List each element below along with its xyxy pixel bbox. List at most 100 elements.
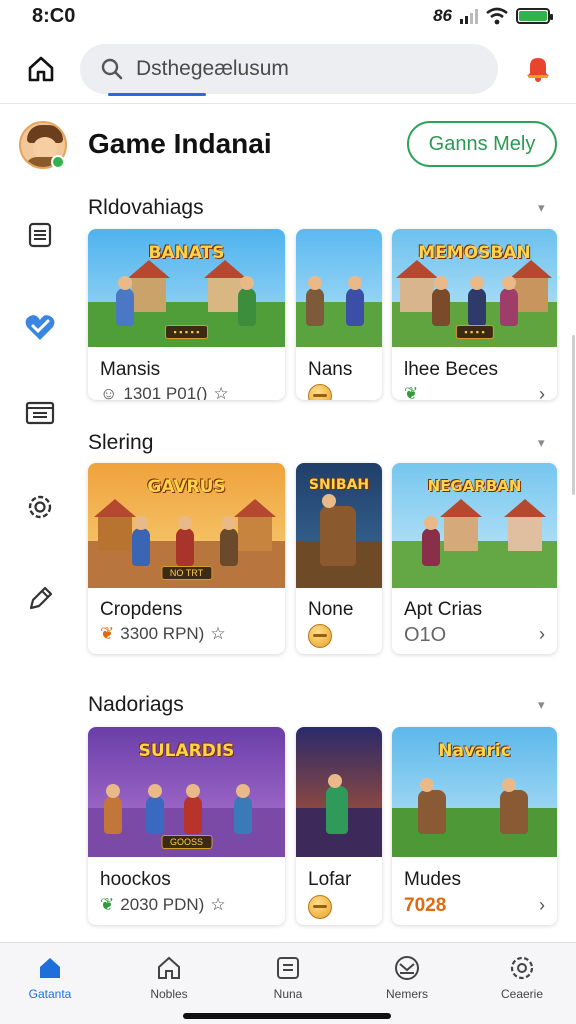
game-logo: SNIBAH: [308, 477, 370, 493]
game-stat: 7028: [404, 895, 447, 916]
wifi-icon: [486, 7, 508, 25]
search-input[interactable]: Dsthegeælusum: [136, 57, 289, 81]
home-icon: [28, 56, 54, 82]
search-bar[interactable]: Dsthegeælusum: [80, 44, 498, 96]
online-status-icon: [51, 155, 65, 169]
game-title: Nans: [308, 359, 353, 380]
game-thumbnail: NEGARBAN: [392, 463, 557, 588]
chevron-right-icon[interactable]: ›: [539, 384, 545, 400]
game-card[interactable]: Nans: [296, 229, 382, 400]
section-collapse-icon[interactable]: ▾: [538, 200, 545, 216]
game-title: hoockos: [100, 869, 171, 890]
game-meta: O1O: [404, 624, 446, 647]
chevron-right-icon[interactable]: ›: [539, 624, 545, 645]
coin-icon: [308, 895, 332, 919]
leaf-icon: ❦: [100, 624, 115, 643]
section-collapse-icon[interactable]: ▾: [538, 697, 545, 713]
game-meta: [308, 895, 332, 919]
game-title: Mudes: [404, 869, 462, 890]
nav-label: Gatanta: [28, 987, 72, 1001]
gear-icon: [28, 495, 52, 519]
home-button[interactable]: [22, 50, 60, 88]
sidebar-item-inbox[interactable]: [22, 395, 58, 431]
game-meta: [308, 624, 332, 648]
game-title: Cropdens: [100, 599, 183, 620]
game-thumbnail: BANATS ▪ ▪ ▪ ▪ ▪: [88, 229, 285, 347]
sidebar-item-documents[interactable]: [22, 217, 58, 253]
game-card[interactable]: SULARDIS GOOSS hoockos ❦ 2030 PDN) ☆: [88, 727, 285, 925]
top-bar: Dsthegeælusum: [0, 38, 576, 104]
nav-item-nemers[interactable]: Nemers: [359, 953, 455, 1013]
game-meta: ❦ 2030 PDN) ☆: [100, 895, 226, 915]
game-card[interactable]: BANATS ▪ ▪ ▪ ▪ ▪ Mansis ☺ 1301 P01() ☆: [88, 229, 285, 400]
bottom-nav: Gatanta Nobles Nuna Nemers Ceaerie: [0, 942, 576, 1024]
inbox-icon: [25, 401, 55, 425]
game-card[interactable]: MEMOSBAN ▪ ▪ ▪ ▪ lhee Beces ❦ ›: [392, 229, 557, 400]
game-banner: GOOSS: [160, 835, 213, 849]
document-icon: [28, 222, 52, 248]
nav-label: Nuna: [273, 987, 303, 1001]
status-time: 8:C0: [32, 5, 76, 27]
game-card[interactable]: Navaric Mudes 7028 ›: [392, 727, 557, 925]
nav-item-home[interactable]: Gatanta: [2, 953, 98, 1013]
game-thumbnail: SNIBAH: [296, 463, 382, 588]
section-collapse-icon[interactable]: ▾: [538, 435, 545, 451]
game-meta: ❦: [404, 384, 418, 400]
scrollbar[interactable]: [572, 335, 575, 495]
nav-item-settings[interactable]: Ceaerie: [474, 953, 570, 1013]
game-stat: 3300 RPN): [120, 624, 205, 643]
home-outline-icon: [154, 953, 184, 983]
home-icon: [35, 953, 65, 983]
nav-item-nuna[interactable]: Nuna: [240, 953, 336, 1013]
game-logo: MEMOSBAN: [418, 243, 531, 263]
game-title: Mansis: [100, 359, 161, 380]
status-indicators: 86: [433, 6, 553, 26]
game-meta: ☺ 1301 P01() ☆: [100, 384, 229, 400]
envelope-icon: [392, 953, 422, 983]
game-stat: O1O: [404, 624, 447, 646]
section-title: Rldovahiags: [88, 196, 204, 219]
status-bar: 8:C0 86: [0, 0, 576, 34]
header-action-button[interactable]: Ganns Mely: [407, 121, 557, 167]
network-label: 86: [433, 6, 452, 25]
sidebar-item-settings[interactable]: [22, 489, 58, 525]
game-stat: 2030 PDN): [120, 895, 205, 914]
leaf-icon: ❦: [100, 895, 115, 914]
game-title: Lofar: [308, 869, 352, 890]
chevron-right-icon[interactable]: ›: [539, 895, 545, 916]
battery-icon: [516, 8, 553, 24]
game-card[interactable]: Lofar: [296, 727, 382, 925]
search-focus-indicator: [108, 93, 206, 96]
game-card[interactable]: NEGARBAN Apt Crias O1O ›: [392, 463, 557, 654]
notification-button[interactable]: [522, 52, 554, 84]
list-icon: [273, 953, 303, 983]
players-icon: ☺: [100, 384, 118, 400]
game-thumbnail: SULARDIS GOOSS: [88, 727, 285, 857]
game-meta: [308, 384, 332, 400]
game-card[interactable]: SNIBAH None: [296, 463, 382, 654]
game-stat: 1301 P01(): [123, 384, 208, 400]
heart-check-icon: [25, 315, 55, 340]
sidebar-item-edit[interactable]: [22, 581, 58, 617]
page-title: Game Indanai: [88, 128, 272, 159]
game-banner: NO TRT: [160, 566, 213, 580]
game-title: Apt Crias: [404, 599, 483, 620]
star-icon[interactable]: ☆: [210, 895, 225, 915]
game-banner: ▪ ▪ ▪ ▪: [455, 325, 494, 339]
game-logo: Navaric: [438, 741, 511, 761]
game-meta: ❦ 3300 RPN) ☆: [100, 624, 226, 644]
game-banner: ▪ ▪ ▪ ▪ ▪: [164, 325, 209, 339]
game-title: None: [308, 599, 354, 620]
star-icon[interactable]: ☆: [213, 384, 228, 400]
star-icon[interactable]: ☆: [210, 624, 225, 644]
game-thumbnail: Navaric: [392, 727, 557, 857]
game-thumbnail: [296, 727, 382, 857]
game-card[interactable]: GAVRUS NO TRT Cropdens ❦ 3300 RPN) ☆: [88, 463, 285, 654]
search-icon: [101, 58, 123, 80]
nav-item-nobles[interactable]: Nobles: [121, 953, 217, 1013]
sidebar-item-favorites[interactable]: [22, 309, 58, 345]
bell-icon: [527, 58, 549, 82]
game-logo: BANATS: [148, 243, 225, 263]
sidebar: [0, 105, 80, 941]
coin-icon: [308, 624, 332, 648]
